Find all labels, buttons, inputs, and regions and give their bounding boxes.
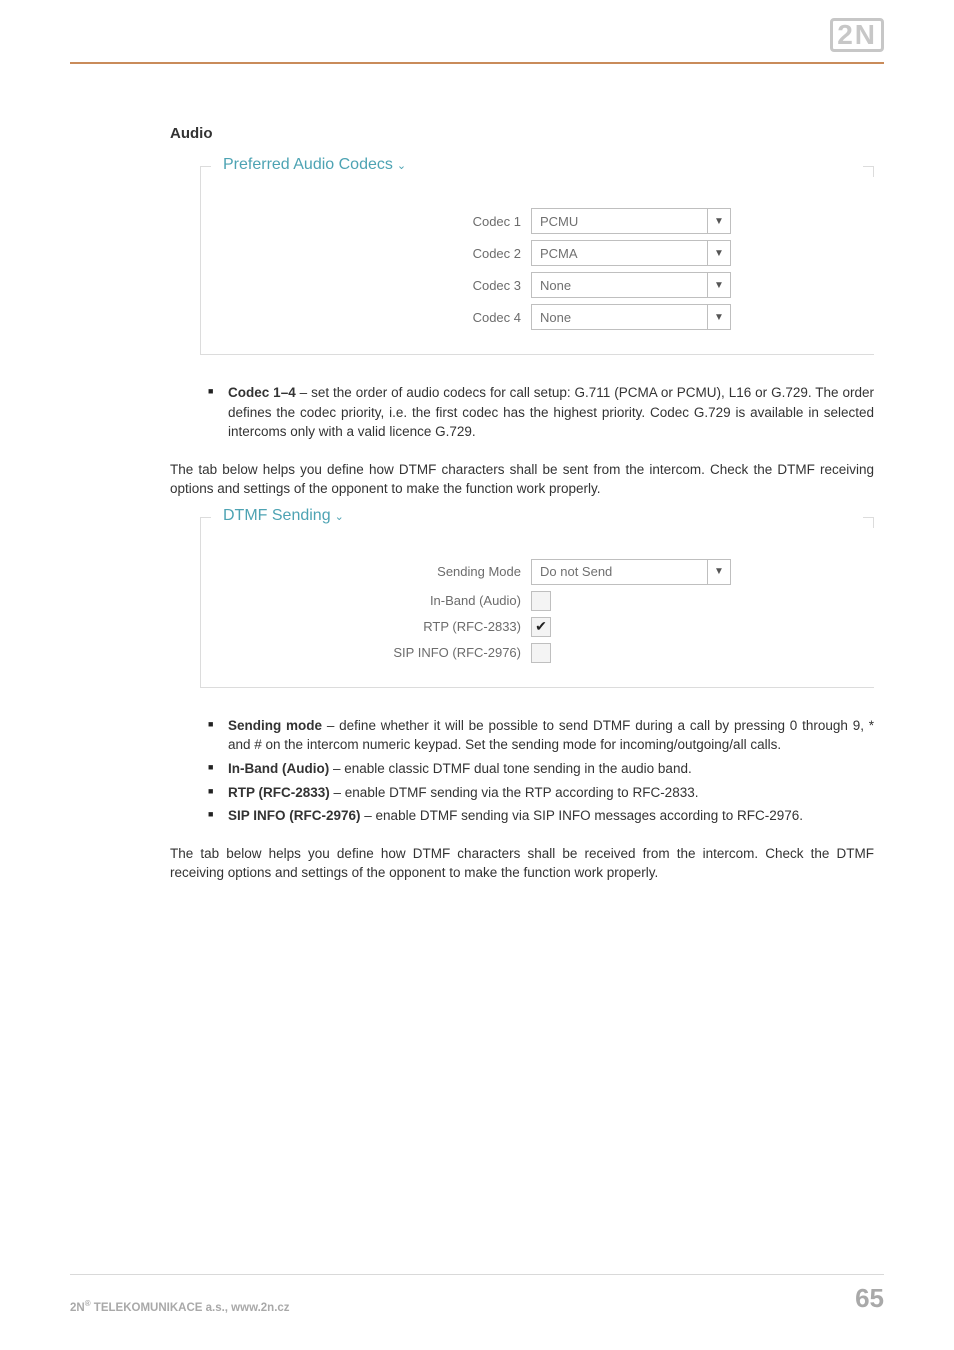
dropdown-arrow-icon: ▼	[707, 305, 730, 329]
bullet-inband: In-Band (Audio) – enable classic DTMF du…	[228, 759, 874, 779]
codec-3-label: Codec 3	[221, 278, 531, 293]
codec-3-select[interactable]: None ▼	[531, 272, 731, 298]
codec-4-select[interactable]: None ▼	[531, 304, 731, 330]
rtp-row: RTP (RFC-2833) ✔	[221, 617, 854, 637]
header-divider	[70, 62, 884, 64]
codec-row-2: Codec 2 PCMA ▼	[221, 240, 854, 266]
dropdown-arrow-icon: ▼	[707, 560, 730, 584]
codec-row-3: Codec 3 None ▼	[221, 272, 854, 298]
footer-divider	[70, 1274, 884, 1275]
codec-2-select[interactable]: PCMA ▼	[531, 240, 731, 266]
codec-1-select[interactable]: PCMU ▼	[531, 208, 731, 234]
dropdown-arrow-icon: ▼	[707, 209, 730, 233]
bullet-rtp: RTP (RFC-2833) – enable DTMF sending via…	[228, 783, 874, 803]
sipinfo-row: SIP INFO (RFC-2976)	[221, 643, 854, 663]
legend-audio-codecs: Preferred Audio Codecs⌄	[217, 156, 412, 174]
bullet-sipinfo: SIP INFO (RFC-2976) – enable DTMF sendin…	[228, 806, 874, 826]
dropdown-arrow-icon: ▼	[707, 273, 730, 297]
sending-mode-select[interactable]: Do not Send ▼	[531, 559, 731, 585]
fieldset-dtmf-sending: DTMF Sending⌄ Sending Mode Do not Send ▼…	[200, 517, 874, 688]
dropdown-arrow-icon: ▼	[707, 241, 730, 265]
chevron-down-icon: ⌄	[397, 160, 406, 172]
sending-mode-row: Sending Mode Do not Send ▼	[221, 559, 854, 585]
brand-logo: 2N	[830, 18, 884, 52]
codec-4-label: Codec 4	[221, 310, 531, 325]
page-number: 65	[855, 1283, 884, 1314]
inband-label: In-Band (Audio)	[221, 593, 531, 608]
inband-checkbox[interactable]	[531, 591, 551, 611]
fieldset-audio-codecs: Preferred Audio Codecs⌄ Codec 1 PCMU ▼ C…	[200, 166, 874, 355]
footer-company: 2N® TELEKOMUNIKACE a.s., www.2n.cz	[70, 1299, 290, 1314]
sipinfo-checkbox[interactable]	[531, 643, 551, 663]
legend-dtmf-sending: DTMF Sending⌄	[217, 507, 350, 525]
bullet-codec14: Codec 1–4 – set the order of audio codec…	[228, 383, 874, 442]
paragraph-dtmf-send-intro: The tab below helps you define how DTMF …	[170, 460, 874, 499]
sipinfo-label: SIP INFO (RFC-2976)	[221, 645, 531, 660]
chevron-down-icon: ⌄	[335, 511, 344, 523]
inband-row: In-Band (Audio)	[221, 591, 854, 611]
codec-row-1: Codec 1 PCMU ▼	[221, 208, 854, 234]
sending-mode-label: Sending Mode	[221, 564, 531, 579]
codec-1-label: Codec 1	[221, 214, 531, 229]
codec-row-4: Codec 4 None ▼	[221, 304, 854, 330]
section-heading-audio: Audio	[170, 125, 874, 142]
bullet-sending-mode: Sending mode – define whether it will be…	[228, 716, 874, 755]
codec-2-label: Codec 2	[221, 246, 531, 261]
paragraph-dtmf-recv-intro: The tab below helps you define how DTMF …	[170, 844, 874, 883]
rtp-label: RTP (RFC-2833)	[221, 619, 531, 634]
rtp-checkbox[interactable]: ✔	[531, 617, 551, 637]
